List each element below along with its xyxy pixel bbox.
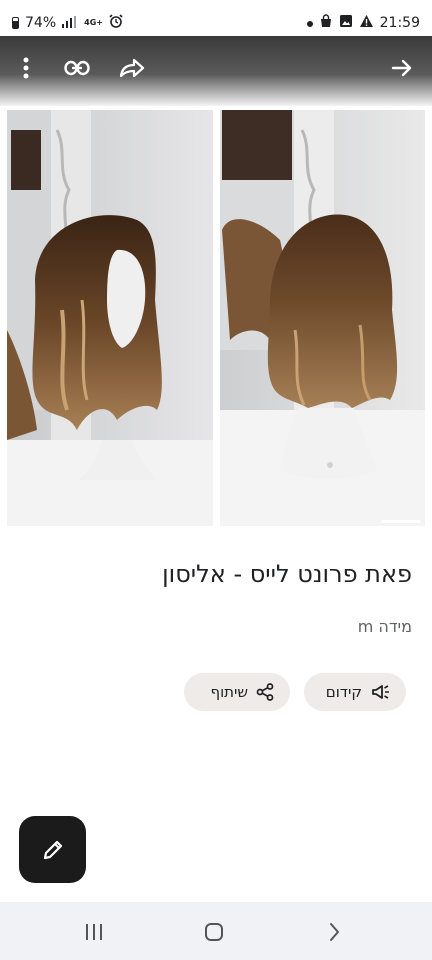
copy-link-button[interactable] xyxy=(59,50,95,86)
shopping-bag-icon xyxy=(319,14,333,32)
home-button[interactable] xyxy=(200,918,228,946)
status-right: 21:59 xyxy=(306,14,420,32)
battery-percent: 74% xyxy=(25,15,57,31)
back-chevron-icon xyxy=(330,923,339,941)
megaphone-icon xyxy=(372,685,389,699)
home-icon xyxy=(205,923,223,941)
alarm-icon xyxy=(109,14,123,32)
listing-title: פאת פרונט לייס - אליסון xyxy=(162,560,412,588)
toolbar xyxy=(0,36,432,106)
link-icon xyxy=(64,60,90,76)
share-listing-button[interactable]: שיתוף xyxy=(184,673,290,711)
more-vert-icon xyxy=(23,57,29,79)
back-button[interactable] xyxy=(320,918,348,946)
promote-button[interactable]: קידום xyxy=(304,673,406,711)
promote-label: קידום xyxy=(325,683,362,701)
pencil-icon xyxy=(43,840,62,859)
more-options-button[interactable] xyxy=(8,50,44,86)
edit-fab[interactable] xyxy=(19,816,86,883)
listing-size: מידה m xyxy=(357,617,412,636)
battery-icon xyxy=(12,17,19,29)
signal-icon xyxy=(62,15,78,31)
notification-dot-icon xyxy=(306,15,313,31)
product-photo-1[interactable] xyxy=(7,110,213,526)
share-label: שיתוף xyxy=(210,683,248,701)
forward-arrow-icon xyxy=(391,59,412,77)
system-nav-bar xyxy=(0,902,432,960)
share-button[interactable] xyxy=(115,50,151,86)
share-icon xyxy=(256,683,274,701)
warning-icon xyxy=(359,14,374,32)
product-photo-2[interactable] xyxy=(220,110,425,526)
forward-button[interactable] xyxy=(384,50,420,86)
gallery-icon xyxy=(339,14,353,32)
recents-button[interactable] xyxy=(80,918,108,946)
status-left: 74% 4G+ xyxy=(12,14,123,32)
gallery-page-indicator xyxy=(381,520,421,523)
network-type: 4G+ xyxy=(84,18,103,27)
share-forward-icon xyxy=(119,58,145,78)
recents-icon xyxy=(86,924,102,940)
clock-time: 21:59 xyxy=(379,15,420,31)
